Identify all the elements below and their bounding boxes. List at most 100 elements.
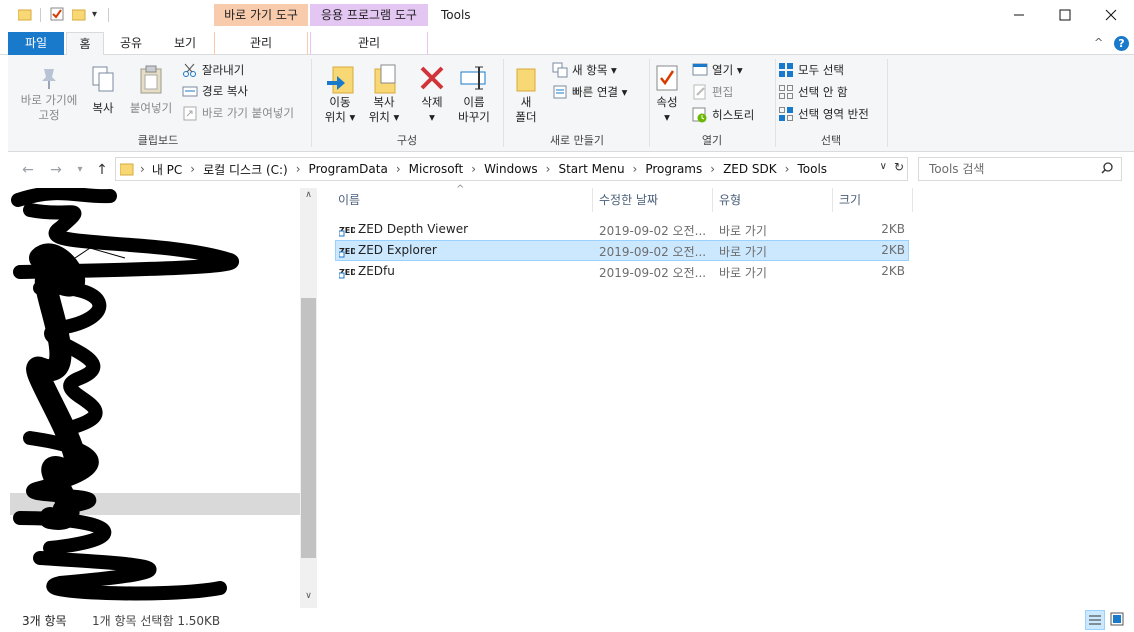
new-folder-button[interactable]: 새 폴더 [508, 63, 544, 125]
file-modified: 2019-09-02 오전... [599, 245, 707, 259]
breadcrumb-programdata[interactable]: ProgramData [309, 162, 388, 176]
easy-access-button[interactable]: 빠른 연결 ▾ [552, 82, 627, 102]
nav-scrollbar[interactable]: ∧ ∨ [300, 188, 317, 608]
file-type: 바로 가기 [719, 266, 767, 280]
breadcrumb-separator: › [471, 162, 477, 176]
item-count: 3개 항목 [22, 614, 67, 628]
up-arrow-icon[interactable]: ↑ [92, 162, 112, 180]
breadcrumb-start-menu[interactable]: Start Menu [558, 162, 624, 176]
tab-shortcut-manage[interactable]: 관리 [214, 32, 308, 55]
copy-button[interactable]: 복사 [88, 65, 118, 116]
file-modified: 2019-09-02 오전... [599, 224, 707, 238]
copy-path-label: 경로 복사 [202, 84, 248, 98]
group-divider [503, 59, 504, 147]
scroll-down-icon[interactable]: ∨ [300, 591, 317, 607]
copy-to-button[interactable]: 복사 위치 ▾ [364, 63, 404, 125]
app-tools-context: 응용 프로그램 도구 [310, 4, 428, 31]
open-label: 열기 ▾ [712, 63, 743, 77]
breadcrumb-separator: › [710, 162, 716, 176]
selection-info: 1개 항목 선택함 1.50KB [92, 614, 221, 628]
copy-label: 복사 [92, 101, 114, 115]
context-group-label: 응용 프로그램 도구 [310, 4, 428, 26]
divider [108, 8, 109, 22]
invert-selection-icon [778, 106, 794, 122]
column-header-type[interactable]: 유형 [719, 190, 831, 212]
tab-share[interactable]: 공유 [108, 32, 154, 55]
breadcrumb-separator: › [632, 162, 638, 176]
breadcrumb-tools[interactable]: Tools [797, 162, 827, 176]
tab-home[interactable]: 홈 [66, 32, 104, 56]
folder-icon [120, 162, 134, 176]
copy-to-label: 복사 위치 ▾ [368, 95, 400, 124]
navigation-pane[interactable] [0, 188, 318, 608]
column-divider[interactable] [912, 188, 913, 212]
ribbon: 바로 가기에 고정 복사 붙여넣기 잘라내기 경로 복사 바로 가기 붙여넣기 … [8, 55, 1134, 152]
breadcrumb-local-disk[interactable]: 로컬 디스크 (C:) [203, 161, 288, 178]
back-arrow-icon[interactable]: ← [18, 162, 38, 180]
clipboard-group-label: 클립보드 [137, 134, 179, 147]
search-icon [1101, 158, 1113, 187]
minimize-button[interactable] [996, 0, 1042, 30]
organize-group-label: 구성 [396, 134, 418, 147]
address-bar[interactable]: › 내 PC › 로컬 디스크 (C:) › ProgramData › Mic… [115, 157, 908, 181]
help-icon[interactable]: ? [1114, 36, 1129, 51]
file-modified: 2019-09-02 오전... [599, 266, 707, 280]
new-folder-icon[interactable] [71, 7, 86, 21]
refresh-icon[interactable]: ↻ [894, 160, 904, 174]
breadcrumb-zed-sdk[interactable]: ZED SDK [723, 162, 777, 176]
properties-icon[interactable] [50, 7, 64, 21]
delete-button[interactable]: 삭제 ▾ [412, 63, 452, 125]
breadcrumb-microsoft[interactable]: Microsoft [409, 162, 464, 176]
details-view-icon[interactable] [1085, 610, 1105, 630]
scroll-up-icon[interactable]: ∧ [300, 190, 317, 206]
context-group-label: 바로 가기 도구 [214, 4, 308, 26]
history-button[interactable]: 히스토리 [692, 105, 754, 125]
tab-app-manage[interactable]: 관리 [310, 32, 428, 55]
rename-button[interactable]: 이름 바꾸기 [454, 63, 494, 125]
select-none-button[interactable]: 선택 안 함 [778, 82, 848, 102]
group-divider [311, 59, 312, 147]
file-row[interactable]: ZED ZEDfu 2019-09-02 오전... 바로 가기 2KB [335, 261, 909, 282]
forward-arrow-icon[interactable]: → [46, 162, 66, 180]
edit-icon [692, 84, 708, 100]
column-header-name[interactable]: 이름 [338, 190, 592, 212]
paste-icon [126, 65, 176, 101]
maximize-button[interactable] [1042, 0, 1088, 30]
paste-button[interactable]: 붙여넣기 [126, 65, 176, 116]
copy-path-button[interactable]: 경로 복사 [182, 81, 248, 101]
breadcrumb-this-pc[interactable]: 내 PC [152, 161, 182, 178]
collapse-ribbon-icon[interactable]: ^ [1094, 36, 1103, 49]
breadcrumb-separator: › [190, 162, 196, 176]
breadcrumb-programs[interactable]: Programs [645, 162, 702, 176]
invert-selection-button[interactable]: 선택 영역 반전 [778, 104, 869, 124]
select-all-icon [778, 62, 794, 78]
column-divider[interactable] [712, 188, 713, 212]
paste-shortcut-button[interactable]: 바로 가기 붙여넣기 [182, 103, 294, 123]
properties-button[interactable]: 속성 ▾ [652, 63, 682, 125]
column-header-modified[interactable]: 수정한 날짜 [599, 190, 711, 212]
column-divider[interactable] [592, 188, 593, 212]
tab-file[interactable]: 파일 [8, 32, 64, 55]
scroll-thumb[interactable] [301, 298, 316, 558]
file-row[interactable]: ZED ZED Explorer 2019-09-02 오전... 바로 가기 … [335, 240, 909, 261]
large-icons-view-icon[interactable] [1108, 610, 1128, 630]
search-input[interactable]: Tools 검색 [918, 157, 1122, 181]
close-button[interactable] [1088, 0, 1134, 30]
column-header-size[interactable]: 크기 [839, 190, 911, 212]
tab-view[interactable]: 보기 [162, 32, 208, 55]
select-all-button[interactable]: 모두 선택 [778, 60, 844, 80]
cut-button[interactable]: 잘라내기 [182, 60, 244, 80]
file-row[interactable]: ZED ZED Depth Viewer 2019-09-02 오전... 바로… [335, 219, 909, 240]
breadcrumb-windows[interactable]: Windows [484, 162, 538, 176]
edit-button[interactable]: 편집 [692, 82, 733, 102]
column-divider[interactable] [832, 188, 833, 212]
new-item-button[interactable]: 새 항목 ▾ [552, 60, 617, 80]
new-item-icon [552, 62, 568, 78]
open-button[interactable]: 열기 ▾ [692, 60, 743, 80]
address-dropdown-icon[interactable]: ∨ [880, 161, 887, 172]
properties-label: 속성 ▾ [656, 95, 678, 124]
pin-quick-access-button[interactable]: 바로 가기에 고정 [14, 65, 84, 123]
customize-toolbar-icon[interactable]: ▾ [92, 9, 97, 20]
recent-locations-icon[interactable]: ▾ [70, 164, 90, 182]
move-to-button[interactable]: 이동 위치 ▾ [320, 63, 360, 125]
